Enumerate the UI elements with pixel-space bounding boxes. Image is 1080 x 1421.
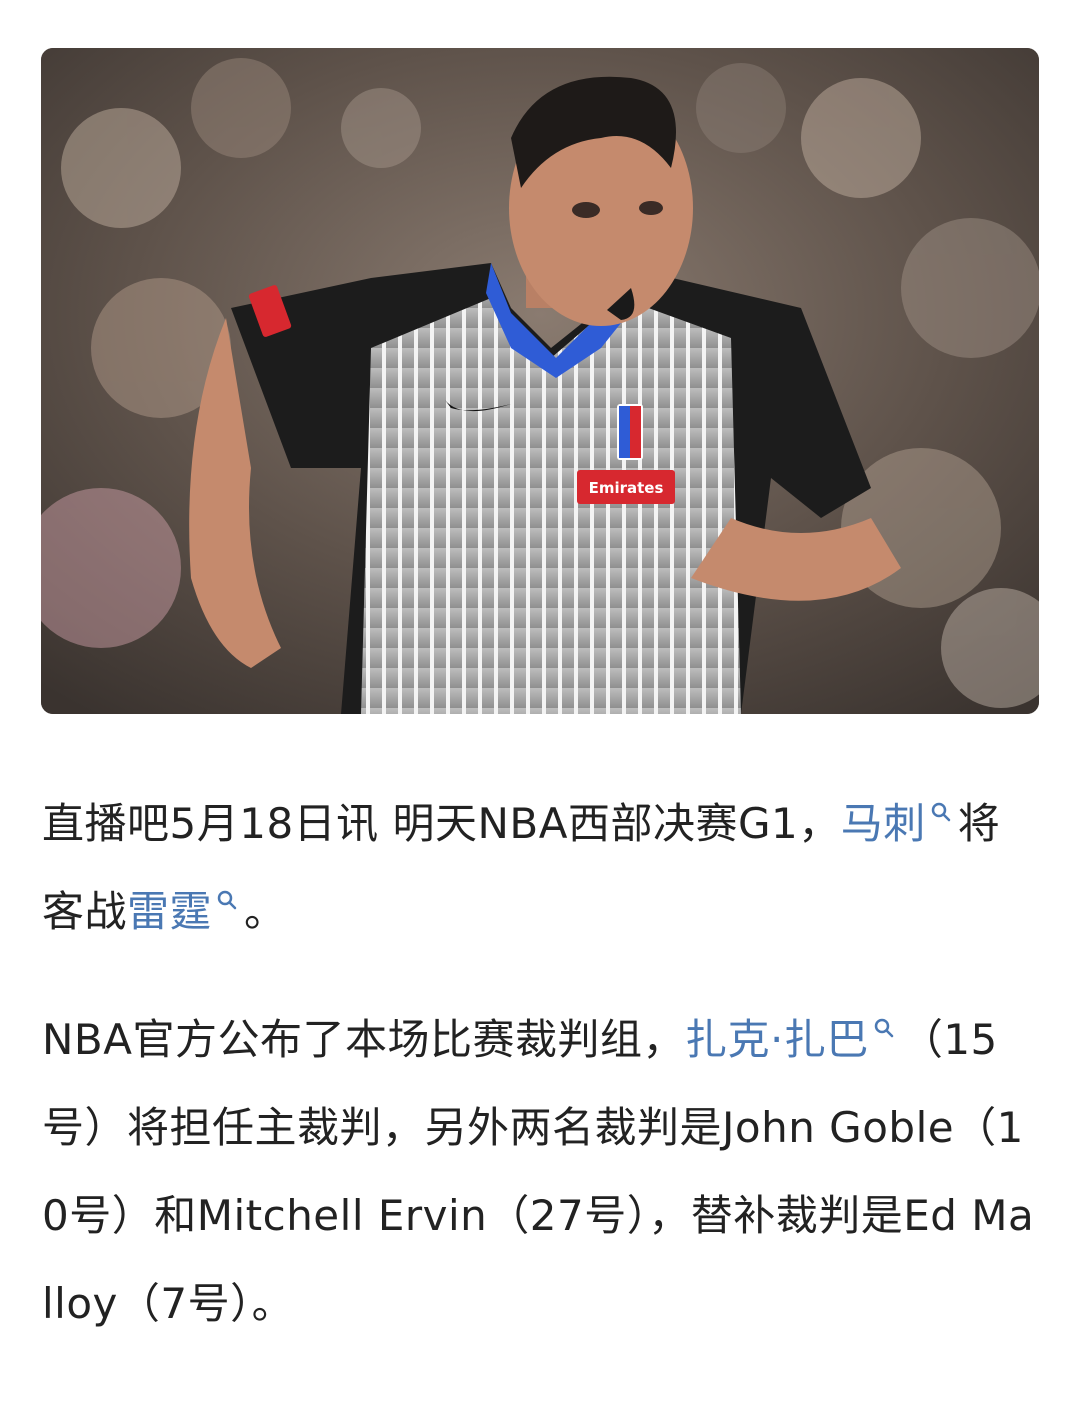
p1-text-before: 直播吧5月18日讯 明天NBA西部决赛G1， — [42, 799, 841, 848]
p1-text-after: 。 — [244, 887, 287, 936]
article-body: 直播吧5月18日讯 明天NBA西部决赛G1，马刺 将客战雷霆。 NBA官方公布了本… — [42, 780, 1038, 1348]
team-link-spurs[interactable]: 马刺 — [841, 799, 926, 848]
p2-text-before: NBA官方公布了本场比赛裁判组， — [42, 1015, 685, 1064]
search-icon[interactable] — [216, 889, 238, 911]
team-link-thunder[interactable]: 雷霆 — [127, 887, 212, 936]
svg-text:Emirates: Emirates — [589, 479, 664, 497]
article-paragraph-2: NBA官方公布了本场比赛裁判组，扎克·扎巴 （15号）将担任主裁判，另外两名裁判是… — [42, 996, 1038, 1348]
search-icon[interactable] — [873, 1017, 895, 1039]
person-link-zach-zarba[interactable]: 扎克·扎巴 — [685, 1015, 869, 1064]
article-photo[interactable]: Emirates — [41, 48, 1039, 714]
article-paragraph-1: 直播吧5月18日讯 明天NBA西部决赛G1，马刺 将客战雷霆。 — [42, 780, 1038, 956]
search-icon[interactable] — [930, 801, 952, 823]
